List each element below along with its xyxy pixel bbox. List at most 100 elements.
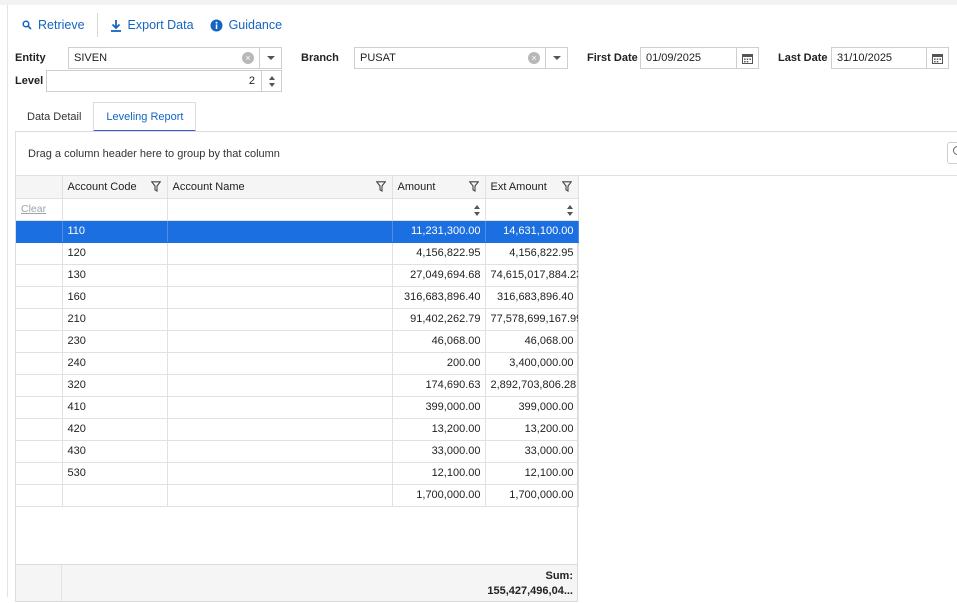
account-code-cell[interactable]: 130 xyxy=(62,264,168,287)
ext-amount-filter-spinner[interactable] xyxy=(566,204,573,216)
retrieve-button[interactable]: Retrieve xyxy=(14,13,93,37)
account-name-cell[interactable] xyxy=(167,242,393,265)
account-name-cell[interactable] xyxy=(167,462,393,485)
table-row[interactable]: 110 11,231,300.00 14,631,100.00 xyxy=(16,220,579,243)
account-code-cell[interactable]: 320 xyxy=(62,374,168,397)
amount-cell[interactable]: 1,700,000.00 xyxy=(392,484,486,507)
row-indicator-cell[interactable] xyxy=(16,352,63,375)
amount-cell[interactable]: 12,100.00 xyxy=(392,462,486,485)
amount-cell[interactable]: 11,231,300.00 xyxy=(392,220,486,243)
row-indicator-cell[interactable] xyxy=(16,264,63,287)
row-indicator-cell[interactable] xyxy=(16,396,63,419)
chevron-up-icon[interactable] xyxy=(473,204,480,209)
amount-cell[interactable]: 399,000.00 xyxy=(392,396,486,419)
ext-amount-cell[interactable]: 3,400,000.00 xyxy=(485,352,579,375)
row-indicator-cell[interactable] xyxy=(16,308,63,331)
row-indicator-cell[interactable] xyxy=(16,462,63,485)
account-name-cell[interactable] xyxy=(167,308,393,331)
filter-icon[interactable] xyxy=(468,181,479,195)
account-code-cell[interactable]: 210 xyxy=(62,308,168,331)
account-name-cell[interactable] xyxy=(167,286,393,309)
row-indicator-cell[interactable] xyxy=(16,330,63,353)
amount-cell[interactable]: 33,000.00 xyxy=(392,440,486,463)
row-indicator-cell[interactable] xyxy=(16,220,63,243)
ext-amount-cell[interactable]: 33,000.00 xyxy=(485,440,579,463)
entity-select[interactable]: SIVEN × xyxy=(68,47,282,69)
column-header-amount[interactable]: Amount xyxy=(392,176,486,199)
row-indicator-cell[interactable] xyxy=(16,484,63,507)
account-code-cell[interactable]: 410 xyxy=(62,396,168,419)
chevron-down-icon[interactable] xyxy=(473,211,480,216)
table-row[interactable]: 530 12,100.00 12,100.00 xyxy=(16,462,579,485)
filter-cell-ext-amount[interactable] xyxy=(485,198,579,221)
first-date-input[interactable]: 01/09/2025 xyxy=(640,47,759,69)
row-indicator-cell[interactable] xyxy=(16,418,63,441)
first-date-calendar-button[interactable] xyxy=(736,48,758,68)
account-name-cell[interactable] xyxy=(167,264,393,287)
amount-cell[interactable]: 316,683,896.40 xyxy=(392,286,486,309)
ext-amount-cell[interactable]: 77,578,699,167.99 xyxy=(485,308,579,331)
chevron-up-icon[interactable] xyxy=(566,204,573,209)
table-row[interactable]: 1,700,000.00 1,700,000.00 xyxy=(16,484,579,507)
last-date-calendar-button[interactable] xyxy=(926,48,948,68)
amount-filter-spinner[interactable] xyxy=(473,204,480,216)
account-code-cell[interactable] xyxy=(62,484,168,507)
clear-filter-link[interactable]: Clear xyxy=(21,203,46,215)
table-row[interactable]: 130 27,049,694.68 74,615,017,884.23 xyxy=(16,264,579,287)
table-row[interactable]: 320 174,690.63 2,892,703,806.28 xyxy=(16,374,579,397)
clear-entity-icon[interactable]: × xyxy=(242,52,254,64)
filter-icon[interactable] xyxy=(150,181,161,195)
row-indicator-cell[interactable] xyxy=(16,242,63,265)
amount-cell[interactable]: 174,690.63 xyxy=(392,374,486,397)
account-code-cell[interactable]: 420 xyxy=(62,418,168,441)
chevron-down-icon[interactable] xyxy=(566,211,573,216)
account-code-cell[interactable]: 120 xyxy=(62,242,168,265)
filter-icon[interactable] xyxy=(375,181,386,195)
last-date-input[interactable]: 31/10/2025 xyxy=(831,47,949,69)
account-name-cell[interactable] xyxy=(167,440,393,463)
table-row[interactable]: 210 91,402,262.79 77,578,699,167.99 xyxy=(16,308,579,331)
tab-data-detail[interactable]: Data Detail xyxy=(15,102,93,132)
chevron-up-icon[interactable] xyxy=(268,75,275,80)
filter-cell-account-name[interactable] xyxy=(167,198,393,221)
branch-dropdown-button[interactable] xyxy=(545,48,567,68)
amount-cell[interactable]: 46,068.00 xyxy=(392,330,486,353)
guidance-button[interactable]: Guidance xyxy=(202,13,291,37)
column-header-ext-amount[interactable]: Ext Amount xyxy=(485,176,579,199)
account-code-cell[interactable]: 530 xyxy=(62,462,168,485)
account-code-cell[interactable]: 430 xyxy=(62,440,168,463)
export-data-button[interactable]: Export Data xyxy=(102,13,202,37)
account-name-cell[interactable] xyxy=(167,374,393,397)
table-row[interactable]: 160 316,683,896.40 316,683,896.40 xyxy=(16,286,579,309)
clear-branch-icon[interactable]: × xyxy=(528,52,540,64)
ext-amount-cell[interactable]: 1,700,000.00 xyxy=(485,484,579,507)
account-code-cell[interactable]: 110 xyxy=(62,220,168,243)
amount-cell[interactable]: 91,402,262.79 xyxy=(392,308,486,331)
account-name-cell[interactable] xyxy=(167,418,393,441)
level-stepper[interactable]: 2 xyxy=(46,70,282,92)
table-row[interactable]: 230 46,068.00 46,068.00 xyxy=(16,330,579,353)
ext-amount-cell[interactable]: 399,000.00 xyxy=(485,396,579,419)
branch-select[interactable]: PUSAT × xyxy=(354,47,568,69)
ext-amount-cell[interactable]: 2,892,703,806.28 xyxy=(485,374,579,397)
ext-amount-cell[interactable]: 4,156,822.95 xyxy=(485,242,579,265)
column-header-account-name[interactable]: Account Name xyxy=(167,176,393,199)
filter-cell-account-code[interactable] xyxy=(62,198,168,221)
ext-amount-cell[interactable]: 74,615,017,884.23 xyxy=(485,264,579,287)
filter-cell-amount[interactable] xyxy=(392,198,486,221)
account-name-cell[interactable] xyxy=(167,484,393,507)
entity-dropdown-button[interactable] xyxy=(259,48,281,68)
column-header-account-code[interactable]: Account Code xyxy=(62,176,168,199)
account-name-cell[interactable] xyxy=(167,352,393,375)
chevron-down-icon[interactable] xyxy=(268,82,275,87)
level-spin-buttons[interactable] xyxy=(261,71,281,91)
ext-amount-cell[interactable]: 14,631,100.00 xyxy=(485,220,579,243)
amount-cell[interactable]: 200.00 xyxy=(392,352,486,375)
ext-amount-cell[interactable]: 316,683,896.40 xyxy=(485,286,579,309)
account-name-cell[interactable] xyxy=(167,220,393,243)
account-name-cell[interactable] xyxy=(167,330,393,353)
table-row[interactable]: 420 13,200.00 13,200.00 xyxy=(16,418,579,441)
account-code-cell[interactable]: 240 xyxy=(62,352,168,375)
row-indicator-cell[interactable] xyxy=(16,440,63,463)
amount-cell[interactable]: 13,200.00 xyxy=(392,418,486,441)
